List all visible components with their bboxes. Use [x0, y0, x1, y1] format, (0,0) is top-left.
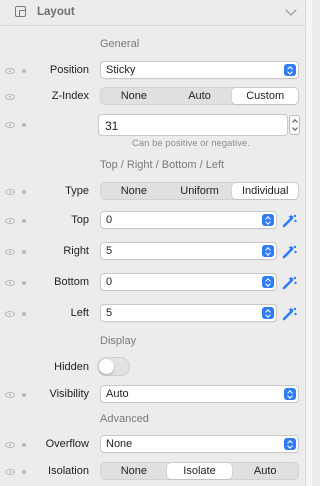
top-select[interactable]: 0 [100, 211, 277, 229]
bottom-value: 0 [106, 276, 113, 288]
zindex-row: Z-Index None Auto Custom [0, 87, 305, 107]
eye-icon[interactable] [5, 122, 15, 128]
select-arrows-icon [262, 307, 274, 319]
dot-icon[interactable] [22, 443, 26, 447]
general-heading: General [100, 38, 140, 50]
select-arrows-icon [262, 276, 274, 288]
section-title: Layout [37, 6, 75, 18]
position-value: Sticky [106, 64, 136, 76]
top-value: 0 [106, 214, 113, 226]
type-row: Type None Uniform Individual [0, 182, 305, 202]
top-label: Top [71, 214, 89, 226]
right-value: 5 [106, 245, 113, 257]
dot-icon[interactable] [22, 470, 26, 474]
overflow-value: None [106, 438, 133, 450]
eye-icon[interactable] [5, 68, 15, 74]
zindex-value: 31 [105, 119, 119, 133]
zindex-value-input[interactable]: 31 [98, 114, 288, 136]
eye-icon[interactable] [5, 94, 15, 100]
overflow-select[interactable]: None [100, 435, 299, 453]
left-label: Left [70, 307, 89, 319]
magic-wand-icon[interactable] [282, 306, 298, 322]
select-arrows-icon [284, 388, 296, 400]
top-row: Top 0 [0, 211, 305, 231]
select-arrows-icon [284, 64, 296, 76]
zindex-segmented-control: None Auto Custom [100, 87, 299, 105]
layout-section-header[interactable]: Layout [0, 0, 305, 26]
hidden-toggle[interactable] [97, 357, 130, 376]
dot-icon[interactable] [22, 219, 26, 223]
eye-icon[interactable] [5, 218, 15, 224]
bottom-select[interactable]: 0 [100, 273, 277, 291]
dot-icon[interactable] [22, 312, 26, 316]
magic-wand-icon[interactable] [282, 213, 298, 229]
zindex-label: Z-Index [51, 90, 89, 102]
zindex-stepper[interactable] [289, 115, 300, 135]
layout-panel: Layout General Position Sticky Z-Index N… [0, 0, 305, 486]
type-option-individual[interactable]: Individual [232, 183, 299, 199]
eye-icon[interactable] [5, 311, 15, 317]
type-option-uniform[interactable]: Uniform [167, 183, 233, 199]
zindex-option-custom[interactable]: Custom [232, 88, 299, 104]
isolation-option-none[interactable]: None [101, 463, 167, 479]
type-label: Type [65, 185, 89, 197]
type-option-none[interactable]: None [101, 183, 167, 199]
dot-icon[interactable] [22, 250, 26, 254]
dot-icon[interactable] [22, 190, 26, 194]
dot-icon[interactable] [22, 281, 26, 285]
type-segmented-control: None Uniform Individual [100, 182, 299, 200]
zindex-hint: Can be positive or negative. [132, 138, 250, 149]
hidden-label: Hidden [54, 361, 89, 373]
eye-icon[interactable] [5, 442, 15, 448]
visibility-value: Auto [106, 388, 129, 400]
isolation-option-auto[interactable]: Auto [232, 463, 298, 479]
visibility-label: Visibility [49, 388, 89, 400]
sides-heading: Top / Right / Bottom / Left [100, 159, 225, 171]
zindex-option-none[interactable]: None [101, 88, 167, 104]
display-heading: Display [100, 335, 137, 347]
right-label: Right [63, 245, 89, 257]
toggle-knob [99, 359, 114, 374]
isolation-label: Isolation [48, 465, 89, 477]
right-row: Right 5 [0, 242, 305, 262]
eye-icon[interactable] [5, 469, 15, 475]
eye-icon[interactable] [5, 189, 15, 195]
right-select[interactable]: 5 [100, 242, 277, 260]
eye-icon[interactable] [5, 249, 15, 255]
isolation-segmented-control: None Isolate Auto [100, 462, 299, 480]
position-select[interactable]: Sticky [100, 61, 299, 79]
left-select[interactable]: 5 [100, 304, 277, 322]
dot-icon[interactable] [22, 69, 26, 73]
isolation-row: Isolation None Isolate Auto [0, 462, 305, 482]
dot-icon[interactable] [22, 393, 26, 397]
select-arrows-icon [262, 214, 274, 226]
zindex-value-row: 31 [0, 114, 305, 138]
position-row: Position Sticky [0, 61, 305, 81]
select-arrows-icon [262, 245, 274, 257]
dot-icon[interactable] [22, 123, 26, 127]
chevron-down-icon[interactable] [285, 4, 297, 16]
bottom-row: Bottom 0 [0, 273, 305, 293]
visibility-row: Visibility Auto [0, 385, 305, 405]
eye-icon[interactable] [5, 392, 15, 398]
visibility-select[interactable]: Auto [100, 385, 299, 403]
overflow-row: Overflow None [0, 435, 305, 455]
isolation-option-isolate[interactable]: Isolate [166, 463, 233, 479]
scrollbar[interactable] [305, 0, 312, 486]
overflow-label: Overflow [45, 438, 89, 450]
layout-icon [15, 6, 26, 17]
advanced-heading: Advanced [100, 413, 149, 425]
bottom-label: Bottom [54, 276, 89, 288]
zindex-option-auto[interactable]: Auto [167, 88, 233, 104]
left-row: Left 5 [0, 304, 305, 324]
hidden-row: Hidden [0, 357, 305, 377]
left-value: 5 [106, 307, 113, 319]
position-label: Position [49, 64, 89, 76]
magic-wand-icon[interactable] [282, 275, 298, 291]
select-arrows-icon [284, 438, 296, 450]
magic-wand-icon[interactable] [282, 244, 298, 260]
eye-icon[interactable] [5, 280, 15, 286]
